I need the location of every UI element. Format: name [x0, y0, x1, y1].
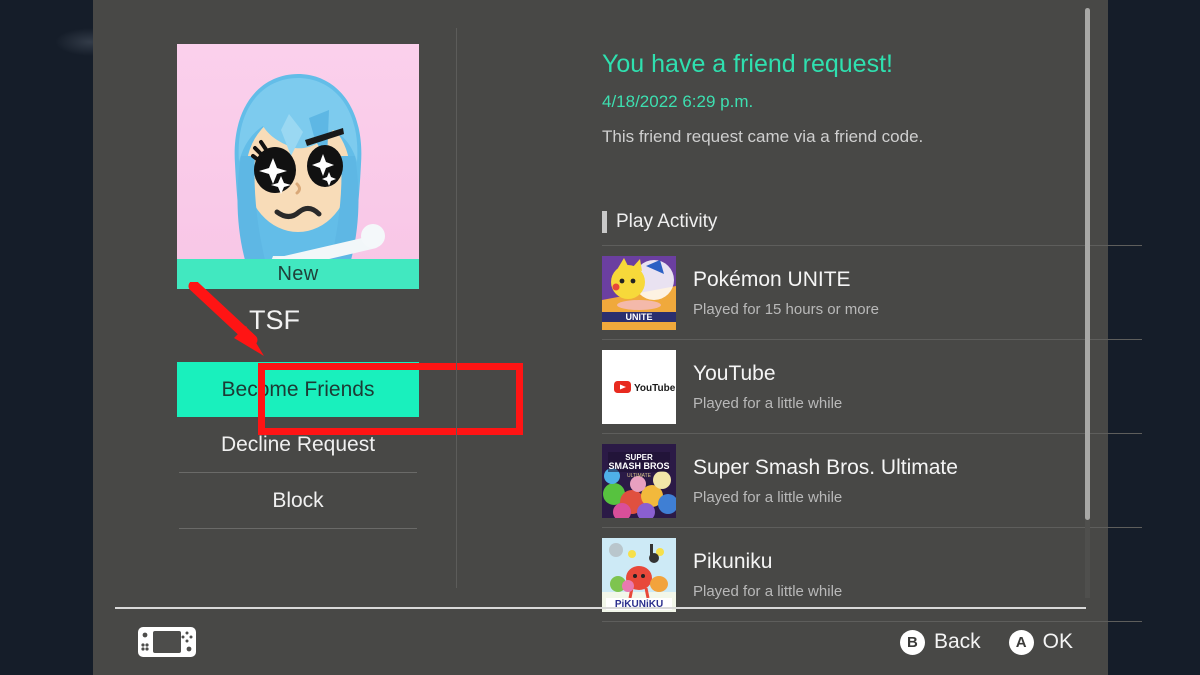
scrollbar-thumb[interactable] [1085, 8, 1090, 520]
request-title: You have a friend request! [602, 50, 893, 78]
menu-divider [179, 528, 417, 529]
svg-text:YouTube: YouTube [634, 383, 676, 394]
become-friends-label: Become Friends [221, 377, 375, 401]
game-title: Super Smash Bros. Ultimate [693, 456, 958, 479]
b-button-icon: B [899, 629, 925, 655]
play-activity-header: Play Activity [602, 211, 717, 233]
youtube-icon: YouTube [602, 350, 676, 424]
switch-console-icon [138, 627, 196, 657]
back-label: Back [933, 630, 981, 653]
list-item[interactable]: SUPER SMASH BROS ULTIMATE Super Smash Br… [602, 434, 1142, 528]
play-activity-label: Play Activity [616, 211, 718, 232]
become-friends-button[interactable]: Become Friends [177, 362, 419, 417]
pikuniku-icon: PiKUNiKU [602, 538, 676, 612]
section-accent-bar [602, 211, 607, 233]
game-playtime: Played for 15 hours or more [693, 301, 879, 318]
action-menu: Become Friends Decline Request Block [177, 362, 419, 529]
letterbox-left [0, 0, 125, 675]
button-hints: B Back A OK [899, 609, 1073, 675]
game-playtime: Played for a little while [693, 489, 843, 506]
pokemon-unite-icon: UNITE [602, 256, 676, 330]
friend-request-panel: New TSF Become Friends Decline Request B… [93, 0, 1142, 675]
profile-column: New TSF Become Friends Decline Request B… [93, 0, 523, 607]
smash-bros-icon: SUPER SMASH BROS ULTIMATE [602, 444, 676, 518]
request-details-column: You have a friend request! 4/18/2022 6:2… [457, 0, 1142, 622]
avatar: New [177, 44, 419, 289]
annotation-arrow-icon [188, 282, 264, 356]
game-playtime: Played for a little while [693, 583, 843, 600]
play-activity-list: UNITE Pokémon UNITE Played for 15 hours … [602, 246, 1142, 622]
mii-character-icon [234, 74, 385, 289]
game-title: Pokémon UNITE [693, 268, 851, 291]
game-title: Pikuniku [693, 550, 773, 573]
footer-bar: B Back A OK [93, 609, 1108, 675]
game-playtime: Played for a little while [693, 395, 843, 412]
svg-text:ULTIMATE: ULTIMATE [627, 473, 652, 479]
decline-request-label: Decline Request [220, 432, 376, 456]
request-note: This friend request came via a friend co… [602, 127, 924, 146]
svg-text:SMASH BROS: SMASH BROS [608, 461, 669, 471]
ok-label: OK [1042, 630, 1073, 653]
back-hint[interactable]: B Back [899, 629, 981, 655]
list-item[interactable]: YouTube YouTube Played for a little whil… [602, 340, 1142, 434]
block-button[interactable]: Block [177, 473, 419, 528]
game-title: YouTube [693, 362, 776, 385]
block-label: Block [272, 488, 324, 512]
a-button-icon: A [1008, 629, 1034, 655]
list-item[interactable]: UNITE Pokémon UNITE Played for 15 hours … [602, 246, 1142, 340]
decline-request-button[interactable]: Decline Request [177, 417, 419, 472]
request-timestamp: 4/18/2022 6:29 p.m. [602, 92, 754, 111]
svg-text:UNITE: UNITE [626, 312, 653, 322]
ok-hint[interactable]: A OK [1008, 629, 1073, 655]
